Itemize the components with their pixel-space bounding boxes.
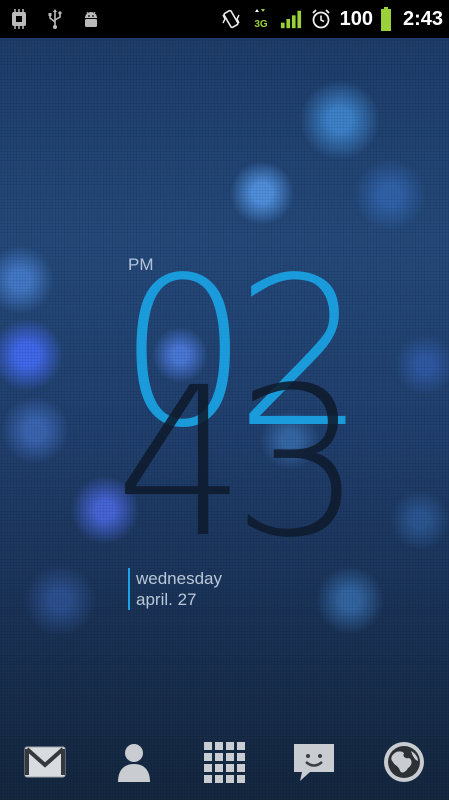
network-3g-icon: 3G bbox=[254, 9, 268, 30]
usb-icon bbox=[48, 9, 62, 29]
notification-icons[interactable] bbox=[8, 0, 102, 38]
battery-percent: 100 bbox=[339, 7, 373, 30]
messaging-icon bbox=[294, 744, 334, 781]
date-display[interactable]: wednesday april. 27 bbox=[128, 568, 222, 610]
browser-icon bbox=[384, 742, 424, 782]
android-debug-icon bbox=[85, 11, 97, 27]
svg-text:3G: 3G bbox=[254, 19, 268, 30]
clock-minute[interactable]: 43 bbox=[115, 360, 363, 566]
browser-button[interactable] bbox=[378, 736, 430, 788]
system-icons[interactable]: 3G 100 2:43 bbox=[220, 0, 443, 38]
status-bar[interactable]: 3G 100 2:43 bbox=[0, 0, 449, 38]
status-bar-clock: 2:43 bbox=[402, 7, 443, 30]
gmail-icon bbox=[24, 746, 66, 778]
dock bbox=[0, 730, 449, 800]
contacts-icon bbox=[118, 744, 150, 782]
messaging-button[interactable] bbox=[288, 736, 340, 788]
app-drawer-icon bbox=[204, 742, 245, 783]
app-drawer-button[interactable] bbox=[198, 736, 250, 788]
date-label: april. 27 bbox=[136, 590, 197, 609]
gmail-button[interactable] bbox=[19, 736, 71, 788]
signal-icon bbox=[280, 10, 301, 29]
alarm-icon bbox=[311, 9, 330, 29]
weekday-label: wednesday bbox=[136, 569, 223, 588]
vibrate-icon bbox=[221, 9, 240, 29]
contacts-button[interactable] bbox=[108, 736, 160, 788]
processor-icon bbox=[12, 9, 26, 29]
battery-icon bbox=[380, 7, 391, 31]
